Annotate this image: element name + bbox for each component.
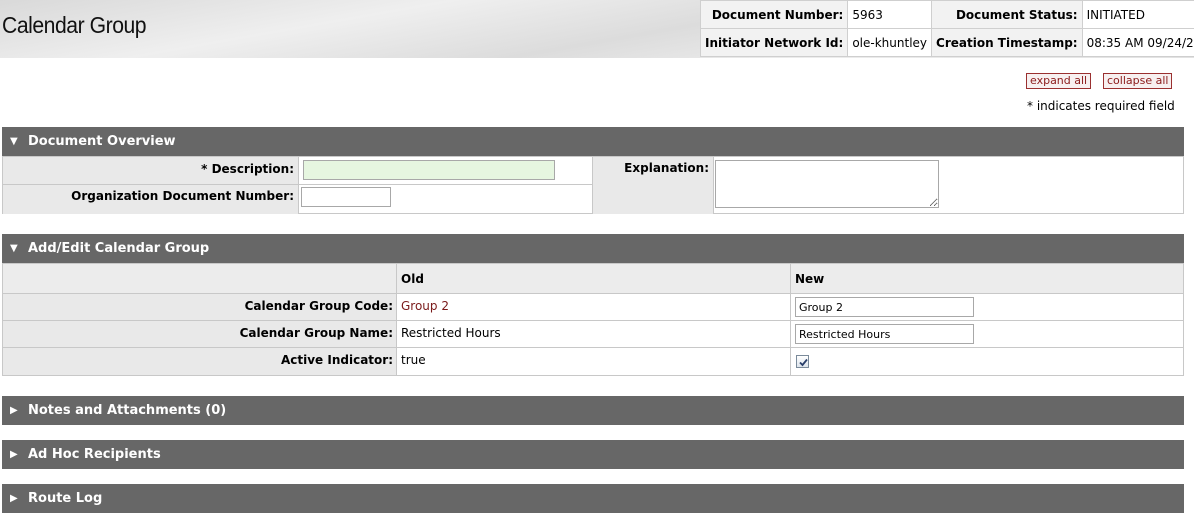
edit-calendar-group-table: Old New Calendar Group Code: Group 2 Cal… [2, 263, 1184, 376]
page-header: Calendar Group Document Number: 5963 Doc… [0, 0, 1194, 58]
active-indicator-new-cell [791, 348, 1183, 375]
explanation-textarea[interactable] [715, 160, 939, 208]
section-title: Ad Hoc Recipients [28, 447, 161, 462]
old-column-header: Old [397, 264, 791, 293]
active-indicator-label: Active Indicator: [3, 348, 397, 375]
description-label: * Description: [3, 157, 299, 185]
triangle-right-icon: ▶ [10, 493, 18, 504]
document-status-value: INITIATED [1081, 0, 1194, 29]
table-row: Active Indicator: true [3, 348, 1183, 375]
calendar-group-code-label: Calendar Group Code: [3, 294, 397, 320]
calendar-group-code-input[interactable] [795, 297, 974, 317]
checkmark-icon [799, 358, 808, 367]
collapse-all-button[interactable]: collapse all [1103, 73, 1173, 89]
description-input[interactable] [303, 160, 555, 180]
required-field-note: * indicates required field [1027, 99, 1175, 113]
triangle-right-icon: ▶ [10, 449, 18, 460]
table-row: Calendar Group Code: Group 2 [3, 294, 1183, 321]
document-overview-panel: * Description: Organization Document Num… [2, 156, 1184, 214]
document-status-label: Document Status: [931, 0, 1083, 29]
triangle-down-icon: ▼ [10, 243, 18, 254]
calendar-group-name-old: Restricted Hours [397, 321, 791, 347]
triangle-down-icon: ▼ [10, 136, 18, 147]
section-notes-and-attachments[interactable]: ▶ Notes and Attachments (0) [2, 396, 1184, 425]
header-spacer [3, 264, 397, 293]
section-title: Add/Edit Calendar Group [28, 241, 210, 256]
document-number-label: Document Number: [699, 0, 849, 29]
new-column-header: New [791, 264, 1183, 293]
section-title: Route Log [28, 491, 103, 506]
calendar-group-name-label: Calendar Group Name: [3, 321, 397, 347]
calendar-group-code-new-cell [791, 294, 1183, 320]
page-title: Calendar Group [2, 12, 147, 38]
triangle-right-icon: ▶ [10, 405, 18, 416]
section-ad-hoc-recipients[interactable]: ▶ Ad Hoc Recipients [2, 440, 1184, 469]
table-header-row: Old New [3, 264, 1183, 294]
calendar-group-code-old: Group 2 [397, 294, 791, 320]
org-doc-number-label: Organization Document Number: [3, 185, 299, 214]
section-title: Document Overview [28, 134, 176, 149]
creation-timestamp-value: 08:35 AM 09/24/2013 [1081, 28, 1194, 57]
document-info-table: Document Number: 5963 Document Status: I… [699, 0, 1194, 57]
creation-timestamp-label: Creation Timestamp: [931, 28, 1083, 57]
table-row: Calendar Group Name: Restricted Hours [3, 321, 1183, 348]
calendar-group-name-new-cell [791, 321, 1183, 347]
calendar-group-name-input[interactable] [795, 324, 974, 344]
section-title: Notes and Attachments (0) [28, 403, 227, 418]
initiator-value: ole-khuntley [847, 28, 933, 57]
active-indicator-checkbox[interactable] [796, 355, 809, 368]
initiator-label: Initiator Network Id: [699, 28, 849, 57]
document-number-value: 5963 [847, 0, 933, 29]
expand-all-button[interactable]: expand all [1026, 73, 1092, 89]
active-indicator-old: true [397, 348, 791, 375]
section-document-overview[interactable]: ▼ Document Overview [2, 127, 1184, 156]
org-doc-number-input[interactable] [301, 187, 391, 207]
explanation-label: Explanation: [593, 157, 714, 214]
section-add-edit-calendar-group[interactable]: ▼ Add/Edit Calendar Group [2, 234, 1184, 263]
section-route-log[interactable]: ▶ Route Log [2, 484, 1184, 513]
